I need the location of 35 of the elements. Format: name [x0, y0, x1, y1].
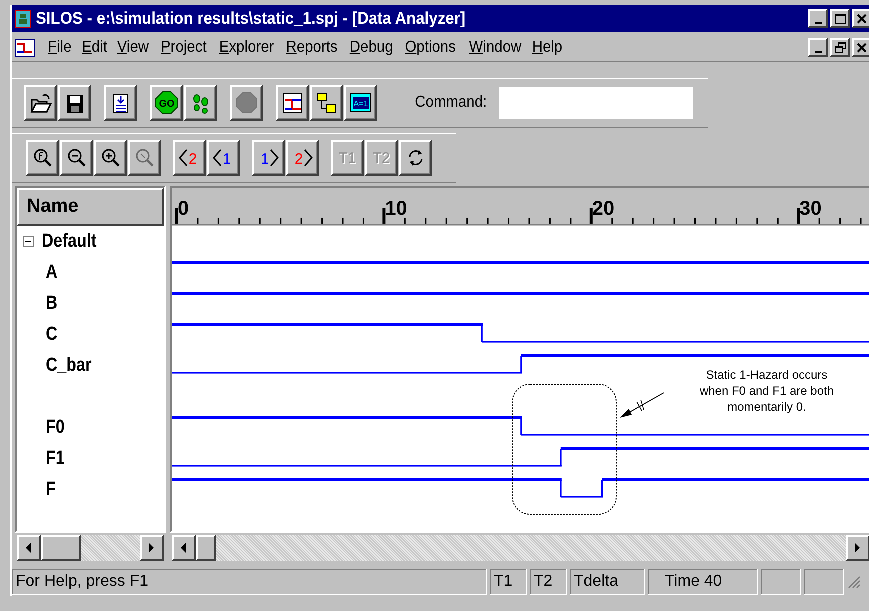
window-title: SILOS - e:\simulation results\static_1.spj - [Data Analyzer]	[36, 8, 466, 28]
menu-item[interactable]: Reports	[280, 38, 344, 56]
status-pane: Tdelta	[570, 569, 645, 595]
group-label[interactable]: Default	[42, 230, 97, 252]
go-button[interactable]: GO	[150, 85, 183, 121]
ruler-label: 10	[385, 198, 408, 220]
menu-item[interactable]: Options	[400, 38, 462, 56]
menu-item[interactable]: File	[42, 38, 78, 56]
command-label: Command:	[415, 94, 488, 112]
column-header: Name	[17, 188, 164, 226]
signal-name[interactable]: F0	[46, 416, 65, 438]
menu-item[interactable]: Explorer	[213, 38, 280, 56]
status-pane: For Help, press F1	[12, 569, 487, 595]
signal-name[interactable]: B	[46, 292, 58, 314]
assign-button[interactable]: A=1	[344, 85, 377, 121]
ruler-label: 0	[178, 198, 190, 220]
menu-item[interactable]: Project	[155, 38, 212, 56]
menu-item[interactable]: Window	[463, 38, 527, 56]
status-pane: Time 40	[648, 569, 758, 595]
ruler-label: 20	[592, 198, 615, 220]
previous-edge-button[interactable]: 1	[207, 140, 240, 176]
signal-name[interactable]: A	[46, 262, 58, 284]
next-edge-button[interactable]: 1	[252, 140, 285, 176]
status-pane: T2	[530, 569, 567, 595]
signal-name[interactable]: F	[46, 478, 56, 500]
menu-item[interactable]: Debug	[344, 38, 399, 56]
signal-name[interactable]: C_bar	[46, 354, 92, 376]
menu-item[interactable]: Help	[527, 38, 569, 56]
ruler-label: 30	[800, 198, 822, 220]
menu-item[interactable]: View	[112, 38, 155, 56]
status-pane: T1	[490, 569, 527, 595]
signal-name[interactable]: F1	[46, 448, 65, 470]
menu-item[interactable]: Edit	[76, 38, 113, 56]
signal-name[interactable]: C	[46, 324, 58, 346]
annotation-text: Static 1-Hazard occurs when F0 and F1 are both momentarily 0.	[698, 367, 836, 415]
